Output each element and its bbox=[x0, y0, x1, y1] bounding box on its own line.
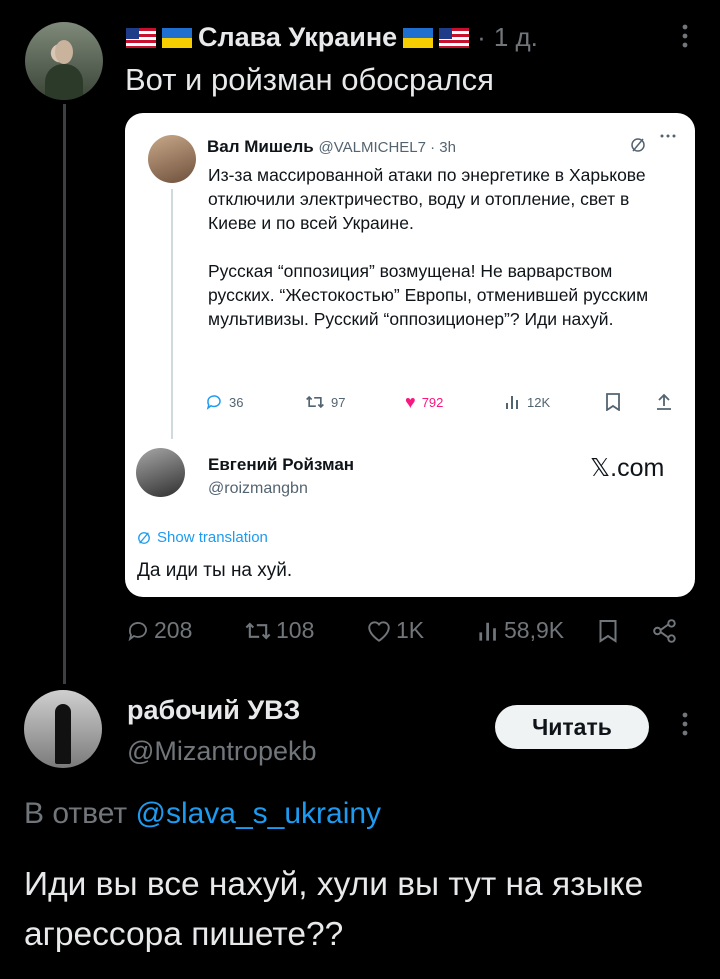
quote-author-name[interactable]: Вал Мишель bbox=[207, 137, 314, 156]
tweet-time[interactable]: 1 д. bbox=[494, 22, 538, 53]
reply-count: 208 bbox=[154, 617, 193, 643]
views-icon bbox=[506, 396, 518, 409]
share-icon[interactable] bbox=[655, 393, 673, 411]
thread-line bbox=[171, 189, 173, 439]
tweet-author-row: Слава Украине · 1 д. bbox=[126, 22, 538, 53]
more-icon[interactable] bbox=[659, 133, 677, 139]
avatar-body bbox=[45, 64, 83, 100]
show-translation-link[interactable]: Show translation bbox=[137, 529, 268, 546]
like-button[interactable]: 1K bbox=[366, 617, 424, 644]
quote-paragraph: Русская “оппозиция” возмущена! Не варвар… bbox=[208, 261, 649, 329]
more-icon[interactable] bbox=[682, 24, 688, 48]
avatar[interactable] bbox=[24, 690, 102, 768]
tweet-action-bar: 208 108 1K 58,9K bbox=[126, 617, 696, 653]
reply-button[interactable]: 208 bbox=[126, 617, 192, 644]
share-icon[interactable] bbox=[652, 619, 678, 643]
quote-reply-count: 36 bbox=[229, 394, 244, 410]
reply-author-name[interactable]: Евгений Ройзман bbox=[208, 455, 354, 475]
repost-count: 108 bbox=[276, 617, 315, 643]
avatar-figure bbox=[55, 704, 71, 764]
tweet-author-name[interactable]: рабочий УВЗ bbox=[127, 695, 300, 726]
grok-icon[interactable] bbox=[630, 137, 646, 153]
views-button[interactable]: 58,9K bbox=[478, 617, 564, 644]
source-label: 𝕏.com bbox=[590, 454, 665, 482]
quote-views-count: 12K bbox=[527, 394, 551, 410]
quote-repost-count: 97 bbox=[331, 394, 346, 410]
quote-stats-bar: 36 97 ♥ 792 12K bbox=[205, 390, 685, 414]
quote-text: Из-за массированной атаки по энергетике … bbox=[208, 163, 668, 355]
quote-paragraph: Из-за массированной атаки по энергетике … bbox=[208, 165, 646, 233]
quote-like-stat[interactable]: ♥ 792 bbox=[405, 392, 443, 413]
quoted-tweet-card[interactable]: Вал Мишель @VALMICHEL7 · 3h Из-за массир… bbox=[125, 113, 695, 597]
like-icon: ♥ bbox=[405, 391, 416, 412]
more-icon[interactable] bbox=[682, 712, 688, 736]
like-count: 1K bbox=[396, 617, 425, 643]
reply-author-handle: @roizmangbn bbox=[208, 480, 308, 497]
grok-icon bbox=[138, 531, 150, 544]
like-icon bbox=[368, 620, 390, 642]
repost-button[interactable]: 108 bbox=[244, 617, 314, 644]
repost-icon bbox=[245, 622, 271, 639]
flag-us-icon bbox=[126, 27, 156, 48]
reply-text: Да иди ты на хуй. bbox=[137, 560, 293, 581]
flag-ua-icon bbox=[403, 27, 434, 48]
avatar[interactable] bbox=[148, 135, 196, 183]
views-count: 58,9K bbox=[504, 617, 565, 643]
quote-views-stat[interactable]: 12K bbox=[505, 394, 550, 410]
reply-mention-link[interactable]: @slava_s_ukrainy bbox=[135, 797, 381, 830]
views-icon bbox=[479, 622, 496, 641]
quote-repost-stat[interactable]: 97 bbox=[305, 393, 345, 411]
flag-us-icon bbox=[439, 27, 470, 48]
tweet-author-handle[interactable]: @Mizantropekb bbox=[127, 736, 317, 767]
tweet-time-sep: · bbox=[477, 22, 486, 52]
thread-line bbox=[63, 104, 66, 684]
avatar[interactable] bbox=[136, 448, 185, 497]
flag-ua-icon bbox=[162, 27, 192, 48]
reply-icon bbox=[128, 621, 147, 641]
quote-author-row: Вал Мишель @VALMICHEL7 · 3h bbox=[207, 137, 456, 157]
avatar-head bbox=[55, 40, 73, 64]
quote-like-count: 792 bbox=[421, 394, 444, 410]
quote-reply-stat[interactable]: 36 bbox=[205, 393, 243, 411]
tweet-text: Вот и ройзман обосрался bbox=[125, 62, 494, 97]
reply-icon bbox=[206, 395, 221, 410]
follow-button[interactable]: Читать bbox=[495, 705, 649, 749]
reply-prefix: В ответ bbox=[24, 797, 128, 830]
show-translation-label: Show translation bbox=[157, 529, 268, 546]
repost-icon bbox=[306, 395, 324, 409]
avatar[interactable] bbox=[25, 22, 103, 100]
bookmark-icon[interactable] bbox=[605, 393, 621, 411]
tweet-author-name[interactable]: Слава Украине bbox=[198, 22, 397, 53]
reply-to-line: В ответ @slava_s_ukrainy bbox=[24, 797, 381, 831]
bookmark-icon[interactable] bbox=[598, 619, 618, 643]
quote-handle-time: @VALMICHEL7 · 3h bbox=[318, 139, 456, 156]
tweet-text: Иди вы все нахуй, хули вы тут на языке а… bbox=[24, 866, 644, 953]
